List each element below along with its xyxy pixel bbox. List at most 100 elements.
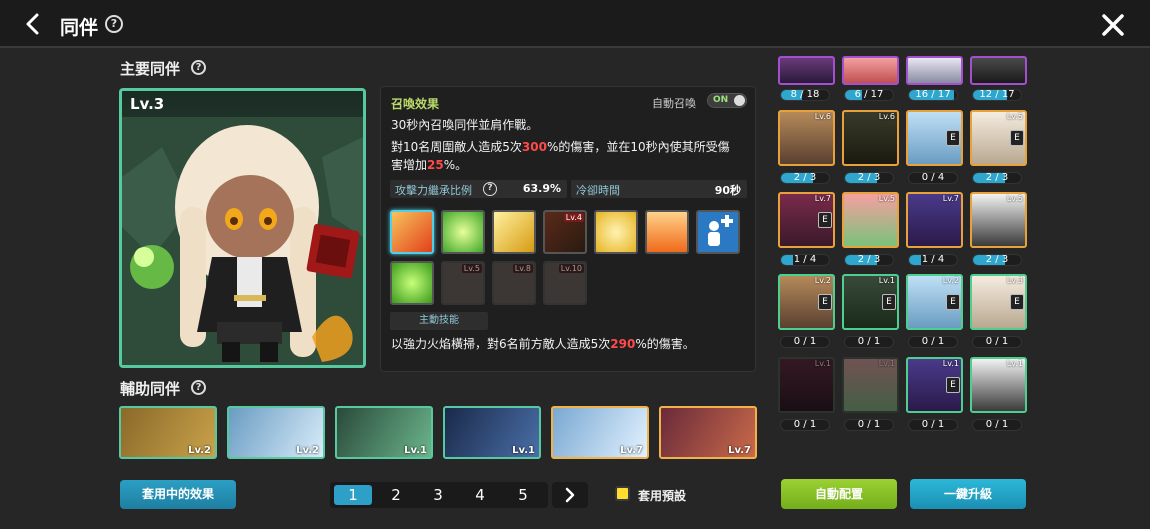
grid-card-r2c1[interactable]: Lv.5: [842, 192, 899, 248]
progress-text: 1 / 4: [921, 254, 945, 265]
main-companion-portrait: [122, 117, 363, 365]
skill-locked-2[interactable]: Lv.8: [492, 261, 536, 305]
skill-level-badge: Lv.8: [512, 264, 533, 273]
equip-badge: E: [1010, 130, 1024, 146]
equip-badge: E: [946, 294, 960, 310]
grid-progress-r2c3: 2 / 3: [972, 254, 1022, 266]
support-card-4[interactable]: Lv.1: [443, 406, 541, 459]
skill-level-badge: Lv.5: [461, 264, 482, 273]
grid-progress-r4c1: 0 / 1: [844, 419, 894, 431]
main-help-icon[interactable]: ?: [191, 60, 206, 75]
main-companion-card[interactable]: Lv.3: [119, 88, 366, 368]
person-plus-icon: [708, 215, 733, 246]
grid-card-r3c1[interactable]: Lv.1 E: [842, 274, 899, 330]
grid-progress-r4c2: 0 / 1: [908, 419, 958, 431]
grid-card-r3c0[interactable]: Lv.2 E: [778, 274, 835, 330]
applied-effects-button[interactable]: 套用中的效果: [120, 480, 236, 509]
skill-green-slash[interactable]: [390, 261, 434, 305]
attack-inherit-stat: 攻擊力繼承比例 ? 63.9%: [390, 180, 567, 198]
grid-card-r4c2[interactable]: Lv.1 E: [906, 357, 963, 413]
grid-level: Lv.2: [942, 276, 959, 285]
summon-desc-line2: 對10名周圍敵人造成5次300%的傷害，並在10秒內使其所受傷: [391, 138, 751, 156]
grid-level: Lv.1: [878, 359, 895, 368]
back-arrow-icon[interactable]: [20, 10, 48, 38]
grid-level: Lv.6: [814, 112, 831, 121]
close-icon[interactable]: [1100, 12, 1126, 38]
equip-badge: E: [818, 212, 832, 228]
grid-card-r0c2[interactable]: [906, 56, 963, 85]
cooldown-stat: 冷卻時間 90秒: [571, 180, 747, 198]
skill-flame-wall[interactable]: [645, 210, 689, 254]
grid-card-r0c3[interactable]: [970, 56, 1027, 85]
grid-progress-r1c2: 0 / 4: [908, 172, 958, 184]
support-help-icon[interactable]: ?: [191, 380, 206, 395]
progress-text: 0 / 1: [921, 419, 945, 430]
progress-text: 0 / 1: [985, 419, 1009, 430]
grid-card-r0c1[interactable]: [842, 56, 899, 85]
grid-card-r1c3[interactable]: Lv.5 E: [970, 110, 1027, 166]
desc-text: 對10名周圍敵人造成5次: [391, 140, 522, 154]
grid-card-r1c1[interactable]: Lv.6: [842, 110, 899, 166]
grid-progress-r3c1: 0 / 1: [844, 336, 894, 348]
grid-card-r0c0[interactable]: [778, 56, 835, 85]
support-level: Lv.2: [188, 445, 211, 456]
apply-preset-checkbox[interactable]: [615, 486, 630, 501]
main-companion-level: Lv.3: [122, 91, 363, 117]
support-card-5[interactable]: Lv.7: [551, 406, 649, 459]
equip-badge: E: [882, 294, 896, 310]
grid-progress-r0c3: 12 / 17: [972, 89, 1022, 101]
grid-progress-r2c1: 2 / 3: [844, 254, 894, 266]
progress-text: 16 / 17: [915, 89, 951, 100]
grid-card-r3c2[interactable]: Lv.2 E: [906, 274, 963, 330]
desc-text: %的傷害，並在10秒內使其所受傷: [546, 140, 730, 154]
page-3[interactable]: 3: [417, 482, 459, 508]
skill-locked-1[interactable]: Lv.5: [441, 261, 485, 305]
support-card-3[interactable]: Lv.1: [335, 406, 433, 459]
skill-locked-3[interactable]: Lv.10: [543, 261, 587, 305]
grid-card-r4c1[interactable]: Lv.1: [842, 357, 899, 413]
support-card-2[interactable]: Lv.2: [227, 406, 325, 459]
skill-fairy[interactable]: [594, 210, 638, 254]
stat-label: 冷卻時間: [576, 184, 620, 197]
grid-card-r4c0[interactable]: Lv.1: [778, 357, 835, 413]
grid-progress-r1c1: 2 / 3: [844, 172, 894, 184]
desc-text: 以強力火焰橫掃，對6名前方敵人造成5次: [391, 337, 611, 351]
stat-help-icon[interactable]: ?: [483, 182, 497, 196]
auto-config-button[interactable]: 自動配置: [781, 479, 897, 509]
help-icon[interactable]: ?: [105, 15, 123, 33]
page-5[interactable]: 5: [502, 482, 544, 508]
next-page-button[interactable]: [552, 482, 588, 508]
desc-text: 害增加: [391, 158, 428, 172]
grid-card-r3c3[interactable]: Lv.3 E: [970, 274, 1027, 330]
one-click-upgrade-button[interactable]: 一鍵升級: [910, 479, 1026, 509]
grid-level: Lv.5: [1006, 194, 1023, 203]
grid-card-r4c3[interactable]: Lv.1: [970, 357, 1027, 413]
grid-card-r2c2[interactable]: Lv.7: [906, 192, 963, 248]
support-card-1[interactable]: Lv.2: [119, 406, 217, 459]
main-companion-label: 主要同伴: [120, 60, 181, 78]
grid-card-r1c2[interactable]: E: [906, 110, 963, 166]
grid-progress-r3c2: 0 / 1: [908, 336, 958, 348]
grid-progress-r0c2: 16 / 17: [908, 89, 958, 101]
progress-text: 1 / 4: [793, 254, 817, 265]
auto-summon-toggle[interactable]: ON: [707, 93, 747, 108]
skill-dark-pet[interactable]: Lv.4: [543, 210, 587, 254]
skill-gold-strike[interactable]: [492, 210, 536, 254]
progress-text: 12 / 17: [979, 89, 1015, 100]
skill-green-burst[interactable]: [441, 210, 485, 254]
support-companion-label: 輔助同伴: [120, 380, 181, 398]
page-2[interactable]: 2: [375, 482, 417, 508]
stat-label: 攻擊力繼承比例: [395, 184, 472, 197]
grid-level: Lv.2: [814, 276, 831, 285]
grid-card-r1c0[interactable]: Lv.6: [778, 110, 835, 166]
grid-card-r2c0[interactable]: Lv.7 E: [778, 192, 835, 248]
grid-level: Lv.6: [878, 112, 895, 121]
grid-card-r2c3[interactable]: Lv.5: [970, 192, 1027, 248]
progress-text: 0 / 1: [921, 336, 945, 347]
page-4[interactable]: 4: [459, 482, 501, 508]
support-card-6[interactable]: Lv.7: [659, 406, 757, 459]
skill-level-badge: Lv.10: [558, 264, 584, 273]
skill-fire-slash[interactable]: [390, 210, 434, 254]
page-1[interactable]: 1: [334, 485, 372, 505]
skill-add-buff[interactable]: [696, 210, 740, 254]
